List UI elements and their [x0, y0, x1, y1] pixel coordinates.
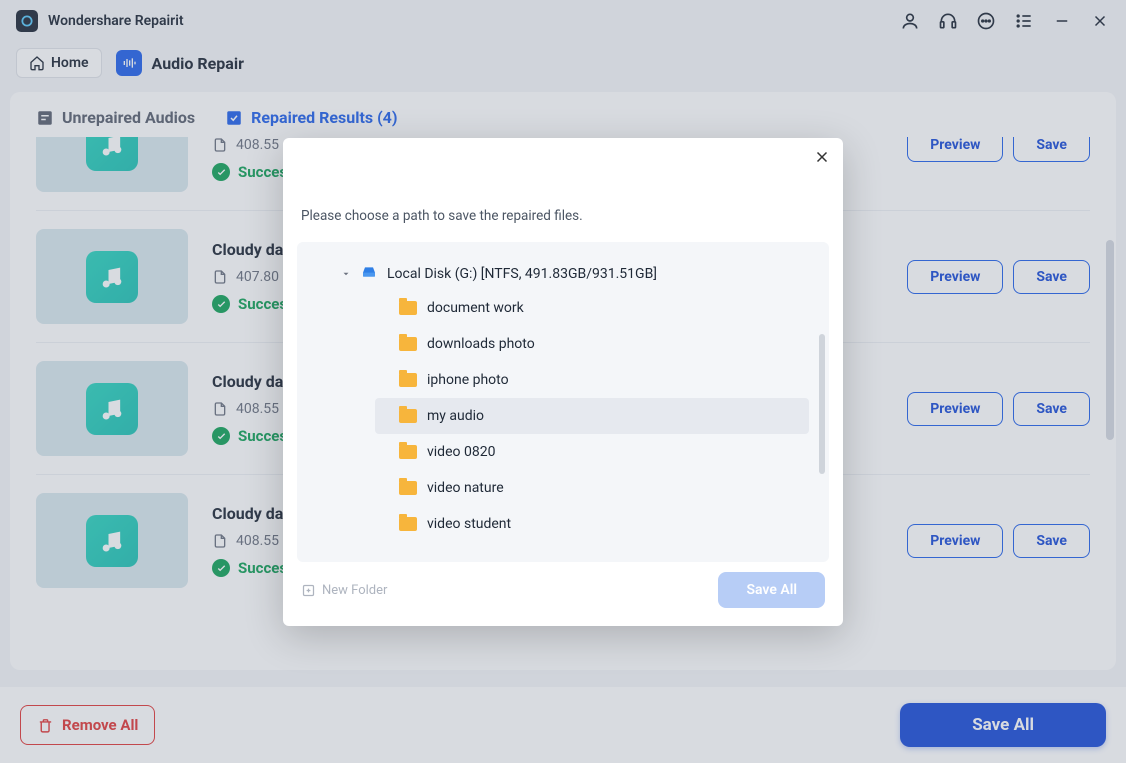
tree-folder-label: downloads photo [427, 336, 535, 352]
folder-icon [399, 409, 417, 423]
tree-scrollbar-thumb[interactable] [819, 334, 825, 474]
tree-disk-label: Local Disk (G:) [NTFS, 491.83GB/931.51GB… [387, 266, 657, 282]
tree-folder-label: iphone photo [427, 372, 509, 388]
folder-icon [399, 445, 417, 459]
dialog-prompt: Please choose a path to save the repaire… [301, 208, 825, 224]
tree-folder-label: my audio [427, 408, 484, 424]
save-path-dialog: Please choose a path to save the repaire… [283, 138, 843, 626]
tree-folder-node[interactable]: my audio [375, 398, 809, 434]
tree-folder-node[interactable]: video nature [307, 470, 819, 506]
tree-folder-label: document work [427, 300, 524, 316]
folder-icon [399, 301, 417, 315]
dialog-save-all-button[interactable]: Save All [718, 572, 825, 608]
tree-folder-node[interactable]: iphone photo [307, 362, 819, 398]
folder-tree-panel: Local Disk (G:) [NTFS, 491.83GB/931.51GB… [297, 242, 829, 562]
dialog-close-icon[interactable] [813, 148, 831, 170]
folder-icon [399, 337, 417, 351]
tree-disk-node[interactable]: Local Disk (G:) [NTFS, 491.83GB/931.51GB… [307, 258, 819, 290]
disk-icon [359, 264, 379, 284]
new-folder-label: New Folder [322, 583, 387, 598]
tree-folder-node[interactable]: document work [307, 290, 819, 326]
new-folder-button[interactable]: New Folder [301, 583, 387, 598]
folder-icon [399, 481, 417, 495]
chevron-down-icon [341, 269, 351, 279]
tree-folder-label: video student [427, 516, 511, 532]
tree-folder-node[interactable]: video student [307, 506, 819, 542]
folder-icon [399, 373, 417, 387]
tree-folder-label: video 0820 [427, 444, 495, 460]
dialog-footer: New Folder Save All [297, 572, 829, 608]
tree-folder-node[interactable]: downloads photo [307, 326, 819, 362]
tree-folder-node[interactable]: video 0820 [307, 434, 819, 470]
tree-folder-label: video nature [427, 480, 504, 496]
folder-icon [399, 517, 417, 531]
